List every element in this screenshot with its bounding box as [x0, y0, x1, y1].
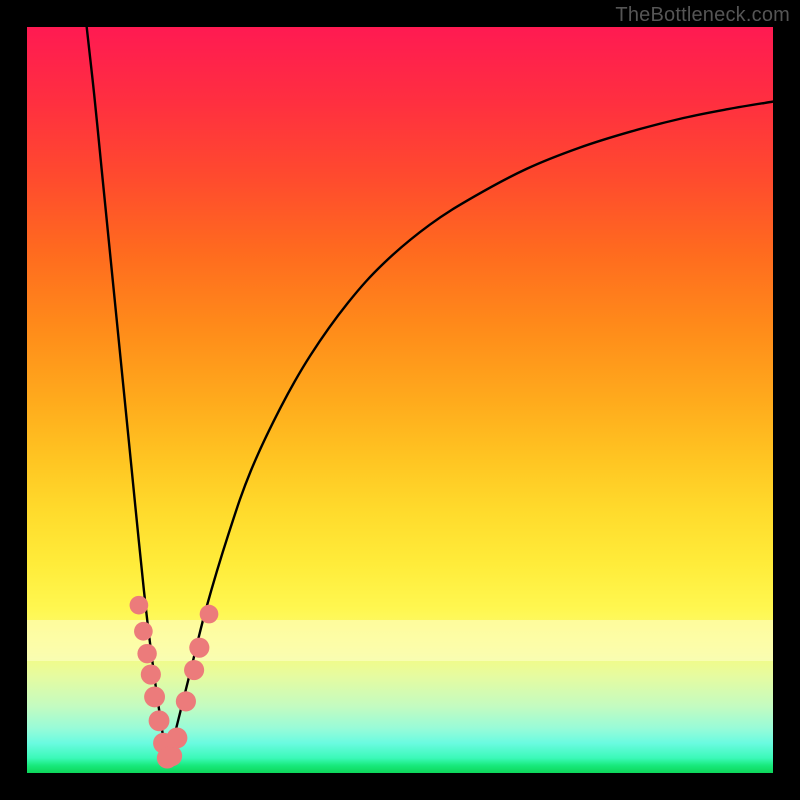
data-marker: [141, 664, 161, 684]
data-marker: [137, 644, 156, 663]
data-marker: [167, 728, 188, 749]
data-marker: [176, 691, 196, 711]
data-marker: [149, 710, 170, 731]
plot-area: [27, 27, 773, 773]
data-marker: [200, 605, 219, 624]
data-marker: [161, 745, 182, 766]
data-marker: [130, 596, 149, 615]
chart-frame: TheBottleneck.com: [0, 0, 800, 800]
curve-right-branch: [167, 102, 773, 762]
data-marker: [184, 660, 204, 680]
data-marker: [144, 686, 165, 707]
chart-svg: [27, 27, 773, 773]
data-marker: [189, 638, 209, 658]
data-marker: [134, 622, 153, 641]
watermark-text: TheBottleneck.com: [615, 4, 790, 27]
